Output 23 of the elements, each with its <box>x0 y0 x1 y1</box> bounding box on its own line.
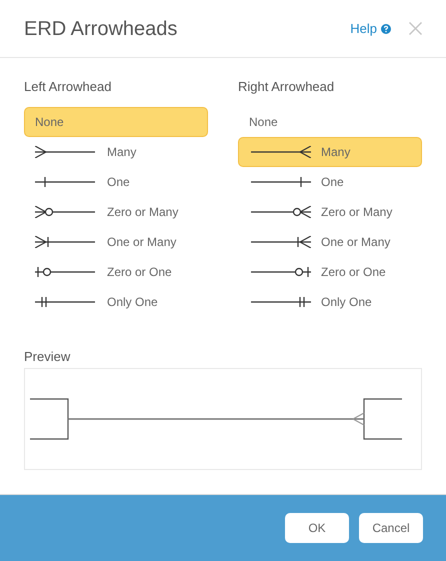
line-end-icon <box>35 206 97 218</box>
line-end-icon <box>35 296 97 308</box>
dialog-button[interactable]: OK <box>285 513 349 543</box>
line-end-icon <box>249 296 311 308</box>
preview-heading: Preview <box>24 348 72 366</box>
line-end-icon <box>249 176 311 188</box>
close-icon[interactable] <box>409 22 422 35</box>
arrowhead-option[interactable]: None <box>24 106 208 136</box>
line-end-icon <box>249 236 311 248</box>
column-heading: Right Arrowhead <box>238 78 336 96</box>
help-link[interactable]: Help <box>350 18 391 38</box>
dialog-button[interactable]: Cancel <box>359 513 423 543</box>
line-end-icon <box>249 146 311 158</box>
column-heading: Left Arrowhead <box>24 78 112 96</box>
line-end-icon <box>249 206 311 218</box>
line-end-icon <box>35 236 97 248</box>
line-end-icon <box>35 266 97 278</box>
help-icon <box>381 24 391 34</box>
arrowhead-option[interactable]: Many <box>238 136 422 166</box>
line-end-icon <box>249 266 311 278</box>
line-end-icon <box>35 176 97 188</box>
line-end-icon <box>35 146 97 158</box>
dialog-title: ERD Arrowheads <box>24 16 178 42</box>
